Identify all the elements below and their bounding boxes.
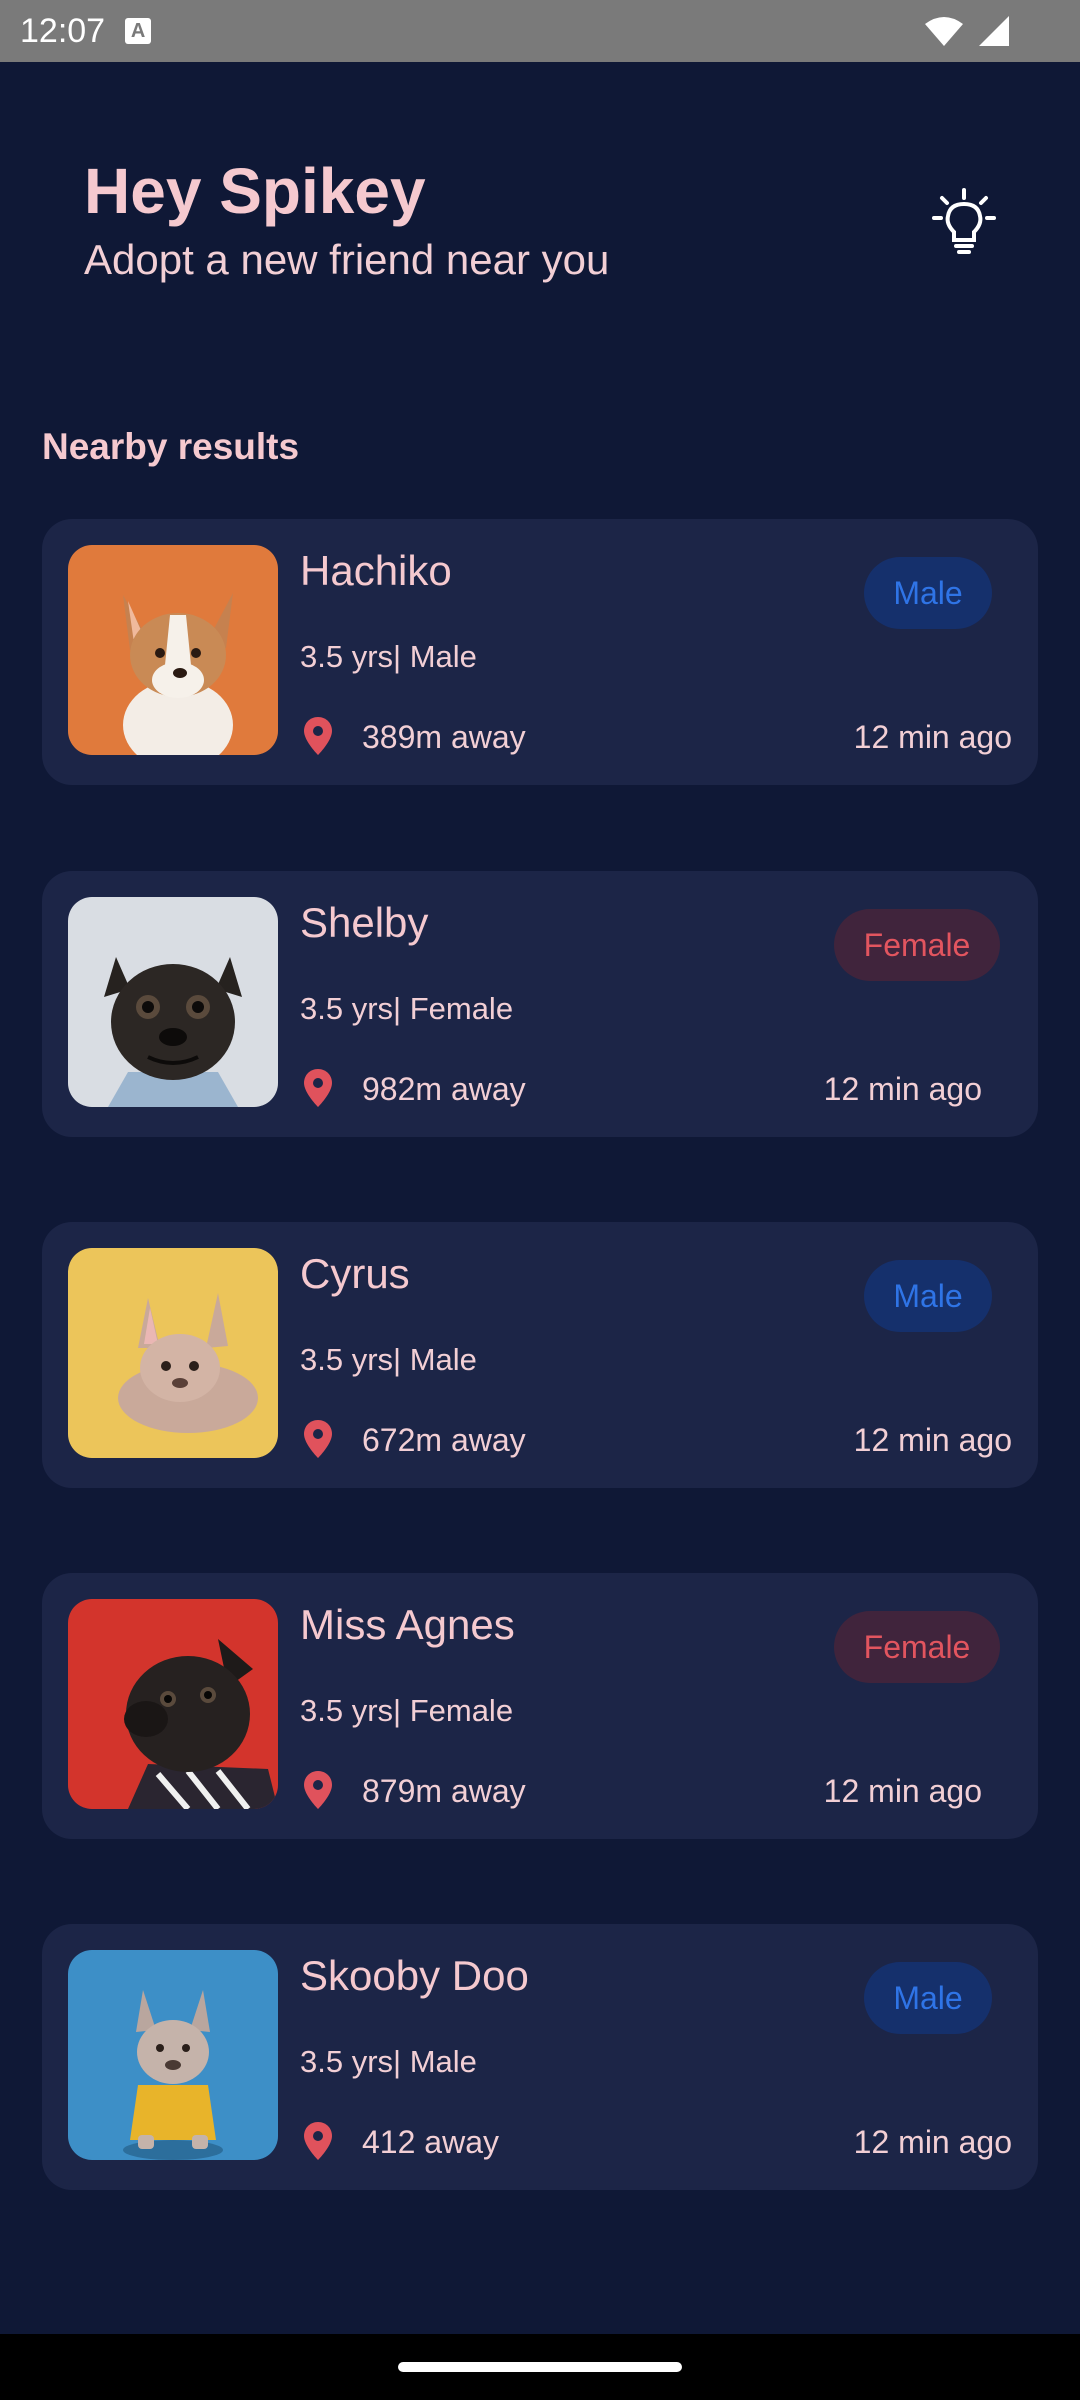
location-pin-icon [304,717,332,755]
status-left: 12:07 A [20,11,152,51]
pet-card-skooby-doo[interactable]: Skooby Doo 3.5 yrs| Male 412 away 12 min… [42,1924,1038,2190]
pug-photo [68,897,278,1107]
section-title-nearby: Nearby results [42,426,300,467]
cellular-signal-icon [979,16,1009,46]
location-pin-icon [304,1771,332,1809]
pet-card-cyrus[interactable]: Cyrus 3.5 yrs| Male 672m away 12 min ago… [42,1222,1038,1488]
pet-posted-time: 12 min ago [823,1773,982,1809]
pet-meta: 3.5 yrs| Female [300,1693,514,1728]
location-pin-icon [304,2122,332,2160]
gender-badge-female: Female [834,909,1000,981]
status-bar: 12:07 A [0,0,1080,62]
pet-posted-time: 12 min ago [853,1422,1012,1458]
pet-card-hachiko[interactable]: Hachiko 3.5 yrs| Male 389m away 12 min a… [42,519,1038,785]
black-pug-photo [68,1599,278,1809]
status-time: 12:07 [20,11,106,50]
location-pin-icon [304,1069,332,1107]
pet-meta: 3.5 yrs| Male [300,2044,477,2079]
pet-posted-time: 12 min ago [823,1071,982,1107]
pet-distance: 879m away [362,1773,526,1809]
pet-name: Shelby [300,899,429,946]
french-bulldog-shirt-photo [68,1950,278,2160]
pet-meta: 3.5 yrs| Male [300,1342,477,1377]
gender-badge-female: Female [834,1611,1000,1683]
pet-posted-time: 12 min ago [853,2124,1012,2160]
pet-name: Hachiko [300,547,452,594]
gender-badge-male: Male [864,1962,992,2034]
pet-distance: 672m away [362,1422,526,1458]
pet-name: Miss Agnes [300,1601,515,1648]
pet-card-shelby[interactable]: Shelby 3.5 yrs| Female 982m away 12 min … [42,871,1038,1137]
location-pin-icon [304,1420,332,1458]
greeting-title: Hey Spikey [84,155,426,227]
pet-posted-time: 12 min ago [853,719,1012,755]
pet-name: Skooby Doo [300,1952,529,1999]
pet-card-miss-agnes[interactable]: Miss Agnes 3.5 yrs| Female 879m away 12 … [42,1573,1038,1839]
lightbulb-icon[interactable] [932,188,996,258]
pet-distance: 982m away [362,1071,526,1107]
greeting-subtitle: Adopt a new friend near you [84,236,610,283]
french-bulldog-lying-photo [68,1248,278,1458]
wifi-icon [925,17,963,46]
pet-meta: 3.5 yrs| Male [300,639,477,674]
pet-distance: 389m away [362,719,526,755]
keyboard-notification-icon: A [125,18,152,44]
gender-badge-male: Male [864,557,992,629]
gender-badge-male: Male [864,1260,992,1332]
pet-name: Cyrus [300,1250,410,1297]
home-gesture-handle[interactable] [398,2362,682,2372]
pet-distance: 412 away [362,2124,499,2160]
status-right [924,15,1060,47]
pet-meta: 3.5 yrs| Female [300,991,514,1026]
header: Hey Spikey Adopt a new friend near you [84,150,609,284]
corgi-puppy-photo [68,545,278,755]
